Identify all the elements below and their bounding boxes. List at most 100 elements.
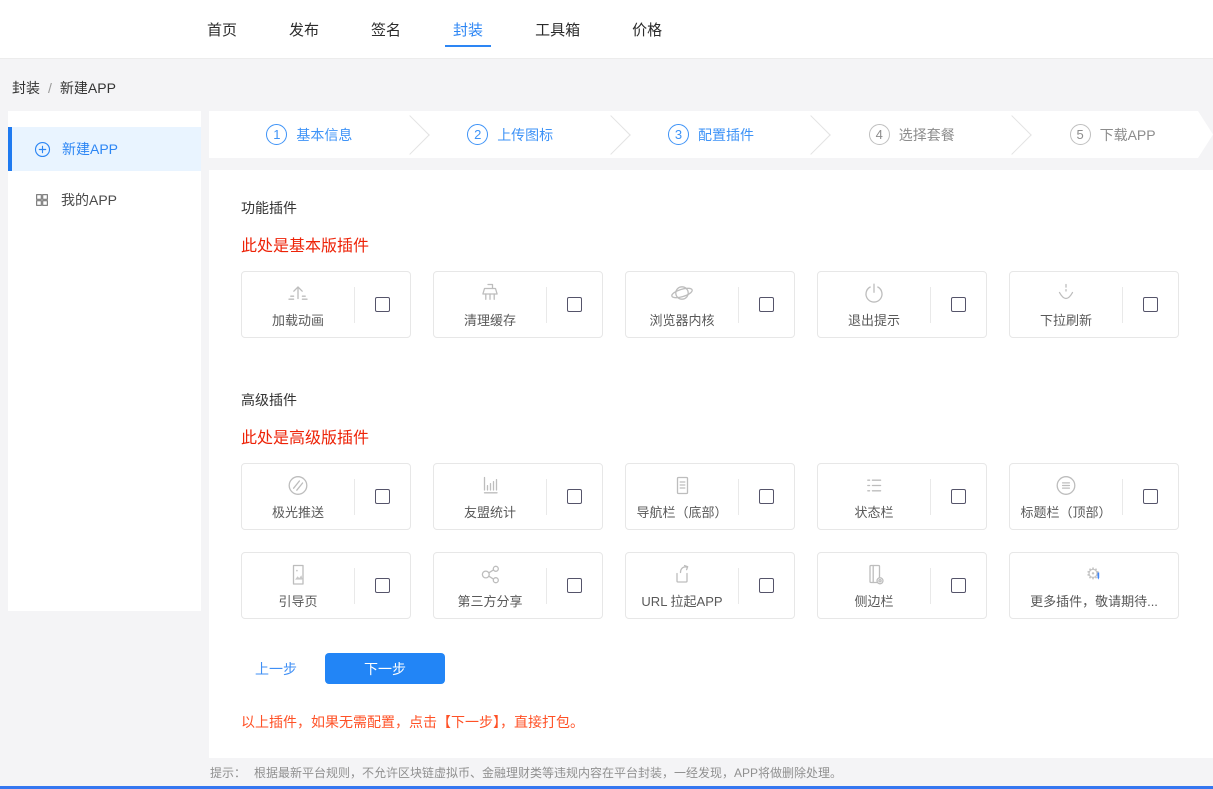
- sidebar-item-label: 新建APP: [62, 139, 118, 159]
- sidebar: 新建APP 我的APP: [8, 111, 201, 611]
- step-upload-icon[interactable]: 2 上传图标: [410, 111, 611, 158]
- step-number: 4: [869, 124, 890, 145]
- step-basic-info[interactable]: 1 基本信息: [209, 111, 410, 158]
- plugin-grid: 极光推送 友盟统计导航栏（底部） 状态栏 标题栏（顶部） 引导页 第三方分享 URL 拉起A…: [241, 463, 1181, 619]
- plugin-checkbox-bottom-navbar[interactable]: [759, 489, 774, 504]
- plugin-card-bottom-navbar: 导航栏（底部）: [625, 463, 795, 530]
- plugin-card-more-plugins: ⚙更多插件，敬请期待...: [1009, 552, 1179, 619]
- breadcrumb-item[interactable]: 封装: [12, 80, 40, 96]
- section-note: 此处是高级版插件: [241, 424, 1181, 448]
- plugin-section: 功能插件此处是基本版插件加载动画 清理缓存 浏览器内核 退出提示 下拉刷新: [241, 198, 1181, 338]
- breadcrumb-separator: /: [48, 80, 52, 96]
- browser-kernel-icon: [668, 280, 696, 308]
- status-bar-icon: [860, 472, 888, 500]
- plugin-card-browser-kernel: 浏览器内核: [625, 271, 795, 338]
- plugin-checkbox-url-launch[interactable]: [759, 578, 774, 593]
- wizard-actions: 上一步 下一步: [241, 653, 1181, 684]
- title-bar-icon: [1052, 472, 1080, 500]
- plugin-card-exit-prompt: 退出提示: [817, 271, 987, 338]
- plugin-label: URL 拉起APP: [641, 591, 722, 610]
- load-animation-icon: [284, 280, 312, 308]
- plugin-card-jpush: 极光推送: [241, 463, 411, 530]
- plugin-checkbox-title-bar[interactable]: [1143, 489, 1158, 504]
- step-label: 上传图标: [497, 125, 553, 145]
- pull-refresh-icon: [1052, 280, 1080, 308]
- plugin-checkbox-browser-kernel[interactable]: [759, 297, 774, 312]
- grid-icon: [34, 192, 50, 208]
- section-title: 功能插件: [241, 198, 1181, 218]
- steps-bar: 1基本信息2上传图标3配置插件4选择套餐5下载APP: [209, 111, 1213, 158]
- plugin-label: 浏览器内核: [649, 310, 714, 329]
- step-number: 1: [266, 124, 287, 145]
- plugin-checkbox-guide-page[interactable]: [375, 578, 390, 593]
- plugin-card-umeng-stats: 友盟统计: [433, 463, 603, 530]
- plugin-card-clear-cache: 清理缓存: [433, 271, 603, 338]
- step-number: 2: [467, 124, 488, 145]
- top-nav: 首页发布签名封装工具箱价格: [0, 0, 1213, 59]
- plugin-checkbox-clear-cache[interactable]: [567, 297, 582, 312]
- plugin-card-title-bar: 标题栏（顶部）: [1009, 463, 1179, 530]
- sidebar-item-my-app[interactable]: 我的APP: [8, 178, 201, 222]
- plugin-label: 标题栏（顶部）: [1020, 502, 1111, 521]
- plugin-checkbox-pull-refresh[interactable]: [1143, 297, 1158, 312]
- footer-tip: 提示： 根据最新平台规则，不允许区块链虚拟币、金融理财类等违规内容在平台封装，一…: [0, 758, 1213, 786]
- plugin-label: 更多插件，敬请期待...: [1030, 591, 1158, 610]
- exit-prompt-icon: [860, 280, 888, 308]
- nav-item-home[interactable]: 首页: [205, 0, 239, 58]
- clear-cache-icon: [476, 280, 504, 308]
- plugin-card-guide-page: 引导页: [241, 552, 411, 619]
- packaging-note: 以上插件，如果无需配置，点击【下一步】，直接打包。: [241, 712, 1181, 732]
- plugin-checkbox-umeng-stats[interactable]: [567, 489, 582, 504]
- umeng-stats-icon: [476, 472, 504, 500]
- step-configure-plugins: 3 配置插件: [611, 111, 812, 158]
- plugin-card-sidebar: 侧边栏: [817, 552, 987, 619]
- plugin-card-status-bar: 状态栏: [817, 463, 987, 530]
- plugin-label: 下拉刷新: [1040, 310, 1092, 329]
- plugin-label: 退出提示: [848, 310, 900, 329]
- prev-step-button[interactable]: 上一步: [255, 659, 297, 679]
- third-party-share-icon: [476, 561, 504, 589]
- plugin-checkbox-exit-prompt[interactable]: [951, 297, 966, 312]
- breadcrumb-item: 新建APP: [60, 80, 116, 96]
- url-launch-icon: [668, 561, 696, 589]
- plugin-label: 引导页: [278, 591, 317, 610]
- plugin-label: 状态栏: [854, 502, 893, 521]
- nav-item-price[interactable]: 价格: [630, 0, 664, 58]
- plugin-label: 导航栏（底部）: [636, 502, 727, 521]
- nav-item-publish[interactable]: 发布: [287, 0, 321, 58]
- step-number: 3: [668, 124, 689, 145]
- breadcrumb: 封装 / 新建APP: [0, 59, 1213, 111]
- plugin-sections: 功能插件此处是基本版插件加载动画清理缓存浏览器内核退出提示下拉刷新高级插件此处是…: [241, 198, 1181, 619]
- plugin-card-load-animation: 加载动画: [241, 271, 411, 338]
- footer-tip-label: 提示：: [210, 764, 246, 781]
- plugin-grid: 加载动画 清理缓存 浏览器内核 退出提示 下拉刷新: [241, 271, 1181, 338]
- plugin-label: 极光推送: [272, 502, 324, 521]
- step-number: 5: [1070, 124, 1091, 145]
- sidebar-item-new-app[interactable]: 新建APP: [8, 127, 201, 171]
- next-step-button[interactable]: 下一步: [325, 653, 445, 684]
- plugin-card-third-party-share: 第三方分享: [433, 552, 603, 619]
- step-label: 配置插件: [698, 125, 754, 145]
- content-panel: 功能插件此处是基本版插件加载动画清理缓存浏览器内核退出提示下拉刷新高级插件此处是…: [209, 170, 1213, 758]
- step-label: 基本信息: [296, 125, 352, 145]
- nav-item-toolbox[interactable]: 工具箱: [533, 0, 582, 58]
- plugin-checkbox-status-bar[interactable]: [951, 489, 966, 504]
- plugin-label: 第三方分享: [457, 591, 522, 610]
- top-nav-list: 首页发布签名封装工具箱价格: [205, 0, 664, 58]
- plugin-card-pull-refresh: 下拉刷新: [1009, 271, 1179, 338]
- section-note: 此处是基本版插件: [241, 232, 1181, 256]
- bottom-navbar-icon: [668, 472, 696, 500]
- plugin-checkbox-load-animation[interactable]: [375, 297, 390, 312]
- plugin-checkbox-jpush[interactable]: [375, 489, 390, 504]
- footer-tip-text: 根据最新平台规则，不允许区块链虚拟币、金融理财类等违规内容在平台封装，一经发现，…: [254, 764, 842, 781]
- sidebar-plugin-icon: [860, 561, 888, 589]
- plugin-label: 清理缓存: [464, 310, 516, 329]
- plugin-label: 侧边栏: [854, 591, 893, 610]
- nav-item-sign[interactable]: 签名: [369, 0, 403, 58]
- plugin-checkbox-sidebar[interactable]: [951, 578, 966, 593]
- guide-page-icon: [284, 561, 312, 589]
- plugin-label: 加载动画: [272, 310, 324, 329]
- plus-circle-icon: [34, 141, 51, 158]
- plugin-checkbox-third-party-share[interactable]: [567, 578, 582, 593]
- nav-item-package[interactable]: 封装: [451, 0, 485, 58]
